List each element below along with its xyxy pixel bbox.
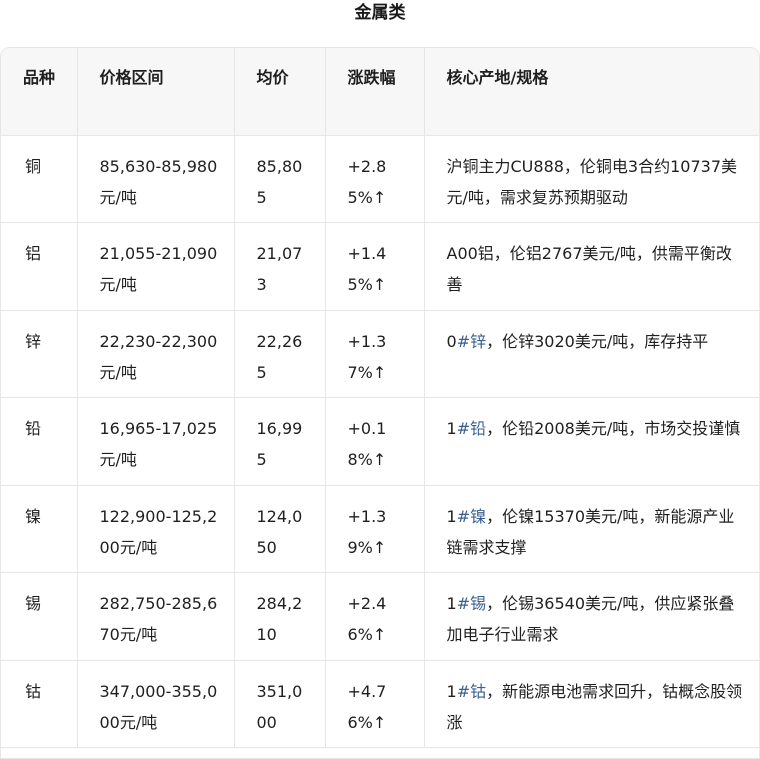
spec-text: ，伦镍15370美元/吨，新能源产业链需求支撑	[446, 506, 735, 557]
cell-variety: 铅	[1, 397, 78, 486]
page-title: 金属类	[354, 3, 406, 23]
cell-change: +1.39%↑	[325, 485, 425, 573]
cell-price-range: 122,900-125,200元/吨	[77, 485, 235, 573]
spec-hashtag[interactable]: #锡	[457, 594, 486, 613]
spec-prefix: 1	[446, 419, 457, 438]
cell-average-price: 284,210	[234, 572, 326, 661]
cell-price-range: 85,630-85,980元/吨	[77, 135, 235, 223]
spec-text: 沪铜主力CU888，伦铜电3合约10737美元/吨，需求复苏预期驱动	[446, 156, 738, 207]
table-row: 钴 347,000-355,000元/吨 351,000 +4.76%↑ 1#钴…	[1, 660, 759, 748]
spec-text: ，新能源电池需求回升，钴概念股领涨	[446, 681, 743, 732]
spec-hashtag[interactable]: #钴	[457, 682, 486, 701]
metals-table-container: 品种 价格区间 均价 涨跌幅 核心产地/规格 铜 85,630-85,980元/…	[0, 47, 760, 759]
cell-origin-spec: 沪铜主力CU888，伦铜电3合约10737美元/吨，需求复苏预期驱动	[424, 135, 759, 223]
table-row: 铝 21,055-21,090元/吨 21,073 +1.45%↑ A00铝，伦…	[1, 222, 759, 311]
cell-change: +0.18%↑	[325, 397, 425, 486]
cell-average-price: 22,265	[234, 310, 326, 398]
cell-variety: 镍	[1, 485, 78, 573]
cell-change: +1.45%↑	[325, 222, 425, 311]
spec-prefix: 0	[446, 331, 457, 351]
header-average-price: 均价	[234, 48, 326, 136]
header-change: 涨跌幅	[325, 48, 425, 136]
cell-variety: 铝	[1, 222, 78, 311]
spec-hashtag[interactable]: #镍	[457, 507, 486, 526]
cell-change: +2.85%↑	[325, 135, 425, 223]
cell-average-price: 124,050	[234, 485, 326, 573]
cell-price-range: 22,230-22,300元/吨	[77, 310, 235, 398]
table-row: 铜 85,630-85,980元/吨 85,805 +2.85%↑ 沪铜主力CU…	[1, 135, 759, 223]
cell-average-price: 21,073	[234, 222, 326, 311]
cell-change: +1.37%↑	[325, 310, 425, 398]
cell-origin-spec: 1#钴，新能源电池需求回升，钴概念股领涨	[424, 660, 759, 748]
cell-price-range: 21,055-21,090元/吨	[77, 222, 235, 311]
metals-price-table: 品种 价格区间 均价 涨跌幅 核心产地/规格 铜 85,630-85,980元/…	[1, 48, 759, 748]
cell-variety: 钴	[1, 660, 78, 748]
spec-prefix: 1	[446, 681, 457, 701]
table-header-row: 品种 价格区间 均价 涨跌幅 核心产地/规格	[1, 48, 759, 136]
cell-price-range: 282,750-285,670元/吨	[77, 572, 235, 661]
header-price-range: 价格区间	[77, 48, 235, 136]
spec-prefix: 1	[446, 594, 457, 613]
header-variety: 品种	[1, 48, 78, 136]
table-row: 锌 22,230-22,300元/吨 22,265 +1.37%↑ 0#锌，伦锌…	[1, 310, 759, 398]
cell-origin-spec: 1#镍，伦镍15370美元/吨，新能源产业链需求支撑	[424, 485, 759, 573]
spec-text: A00铝，伦铝2767美元/吨，供需平衡改善	[446, 244, 732, 294]
cell-variety: 锡	[1, 572, 78, 661]
table-row: 锡 282,750-285,670元/吨 284,210 +2.46%↑ 1#锡…	[1, 572, 759, 661]
cell-origin-spec: 0#锌，伦锌3020美元/吨，库存持平	[424, 310, 759, 398]
header-origin-spec: 核心产地/规格	[424, 48, 759, 136]
table-row: 铅 16,965-17,025元/吨 16,995 +0.18%↑ 1#铅，伦铅…	[1, 397, 759, 486]
cell-price-range: 16,965-17,025元/吨	[77, 397, 235, 486]
spec-hashtag[interactable]: #铅	[457, 419, 486, 438]
spec-hashtag[interactable]: #锌	[457, 332, 486, 351]
cell-origin-spec: 1#铅，伦铅2008美元/吨，市场交投谨慎	[424, 397, 759, 486]
table-row: 镍 122,900-125,200元/吨 124,050 +1.39%↑ 1#镍…	[1, 485, 759, 573]
cell-price-range: 347,000-355,000元/吨	[77, 660, 235, 748]
spec-text: ，伦锌3020美元/吨，库存持平	[486, 331, 709, 351]
cell-variety: 铜	[1, 135, 78, 223]
cell-origin-spec: A00铝，伦铝2767美元/吨，供需平衡改善	[424, 222, 759, 311]
cell-variety: 锌	[1, 310, 78, 398]
cell-origin-spec: 1#锡，伦锡36540美元/吨，供应紧张叠加电子行业需求	[424, 572, 759, 661]
cell-average-price: 85,805	[234, 135, 326, 223]
cell-change: +2.46%↑	[325, 572, 425, 661]
cell-average-price: 16,995	[234, 397, 326, 486]
cell-average-price: 351,000	[234, 660, 326, 748]
cell-change: +4.76%↑	[325, 660, 425, 748]
spec-text: ，伦铅2008美元/吨，市场交投谨慎	[486, 419, 741, 438]
spec-text: ，伦锡36540美元/吨，供应紧张叠加电子行业需求	[446, 594, 735, 644]
spec-prefix: 1	[446, 506, 457, 526]
